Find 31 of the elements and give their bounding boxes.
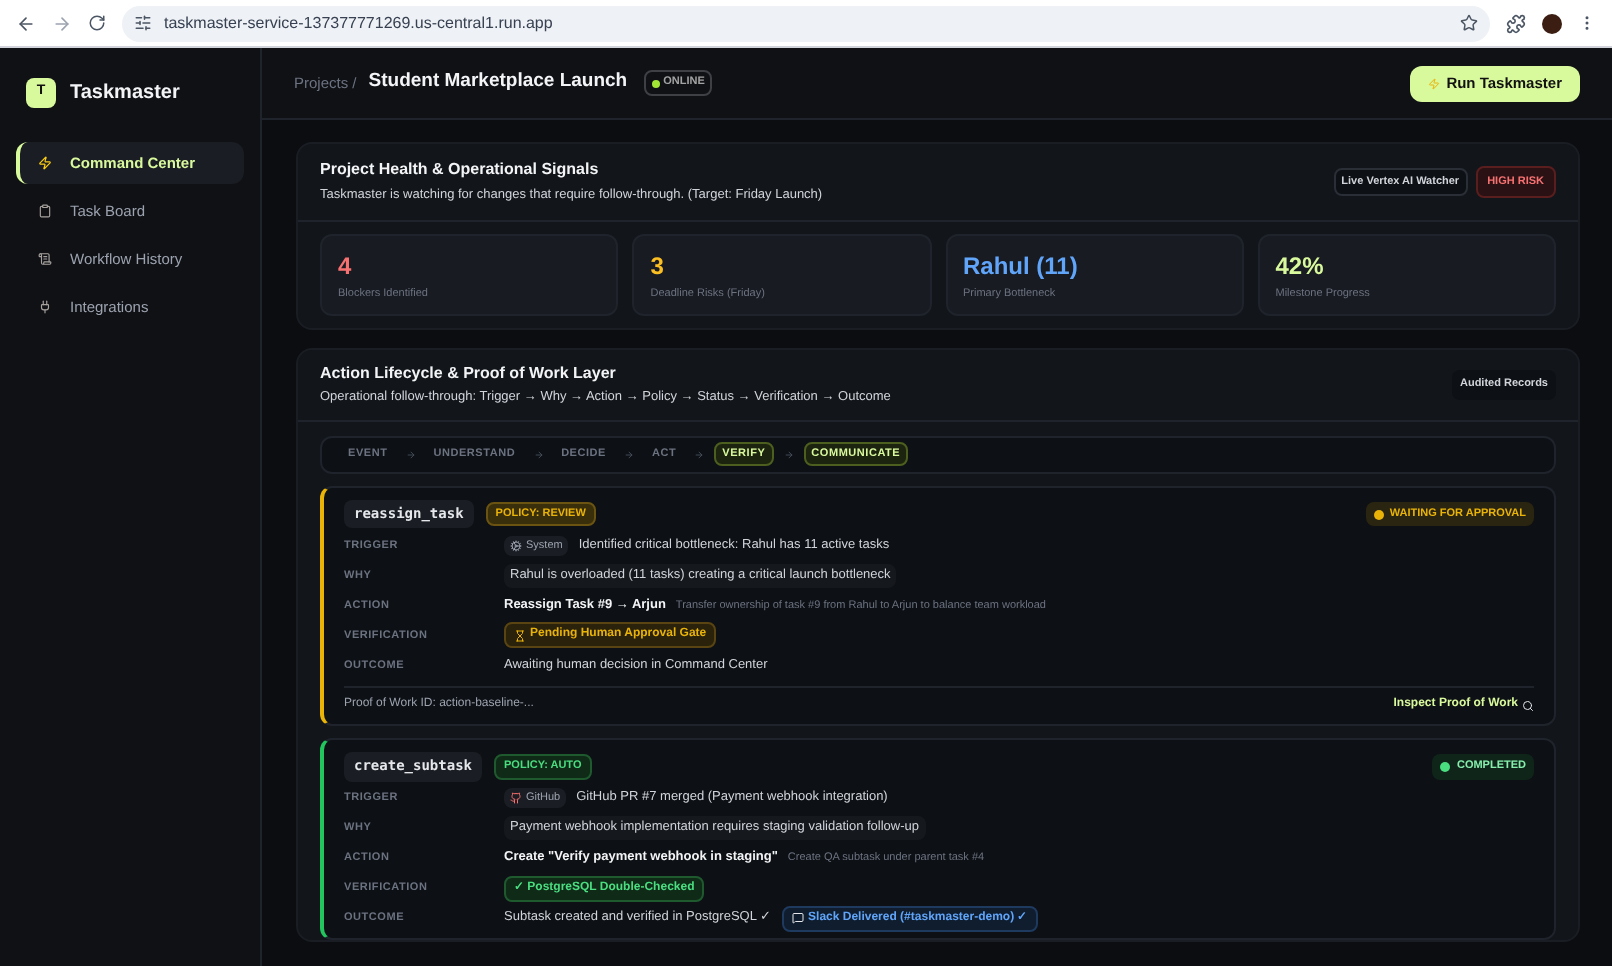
search-icon	[1522, 699, 1534, 712]
lightning-icon	[1428, 77, 1441, 89]
extensions-icon[interactable]	[1506, 13, 1526, 33]
arrow-icon	[694, 449, 705, 460]
site-settings-icon[interactable]	[134, 14, 152, 32]
scroll-icon	[38, 252, 52, 266]
reload-icon[interactable]	[88, 14, 106, 32]
panel-title: Action Lifecycle & Proof of Work Layer	[320, 362, 618, 386]
metric-value: 3	[650, 249, 666, 284]
metric-value: 42%	[1275, 249, 1326, 284]
hourglass-icon	[514, 629, 526, 642]
octocat-icon	[510, 792, 522, 805]
arrow-icon	[783, 449, 794, 460]
panel-title: Project Health & Operational Signals	[320, 158, 601, 182]
app-name: Taskmaster	[70, 79, 180, 107]
arrow-icon	[624, 449, 634, 460]
back-icon[interactable]	[16, 13, 36, 33]
plug-icon	[38, 300, 52, 314]
bookmark-icon[interactable]	[1460, 14, 1478, 32]
metric-value: 4	[338, 249, 354, 284]
arrow-icon	[405, 449, 416, 460]
metric-value: Rahul (11)	[963, 249, 1080, 284]
gear-icon	[510, 539, 522, 552]
address-bar[interactable]: taskmaster-service-137377771269.us-central1.run.app	[122, 5, 1490, 41]
project-title: Student Marketplace Launch	[368, 68, 628, 97]
message-icon	[792, 912, 805, 925]
lightning-icon	[38, 156, 52, 170]
clipboard-icon	[38, 204, 52, 218]
url-text: taskmaster-service-137377771269.us-central1.run.app	[164, 11, 553, 35]
arrow-icon	[533, 449, 544, 460]
profile-avatar[interactable]	[1542, 13, 1562, 33]
